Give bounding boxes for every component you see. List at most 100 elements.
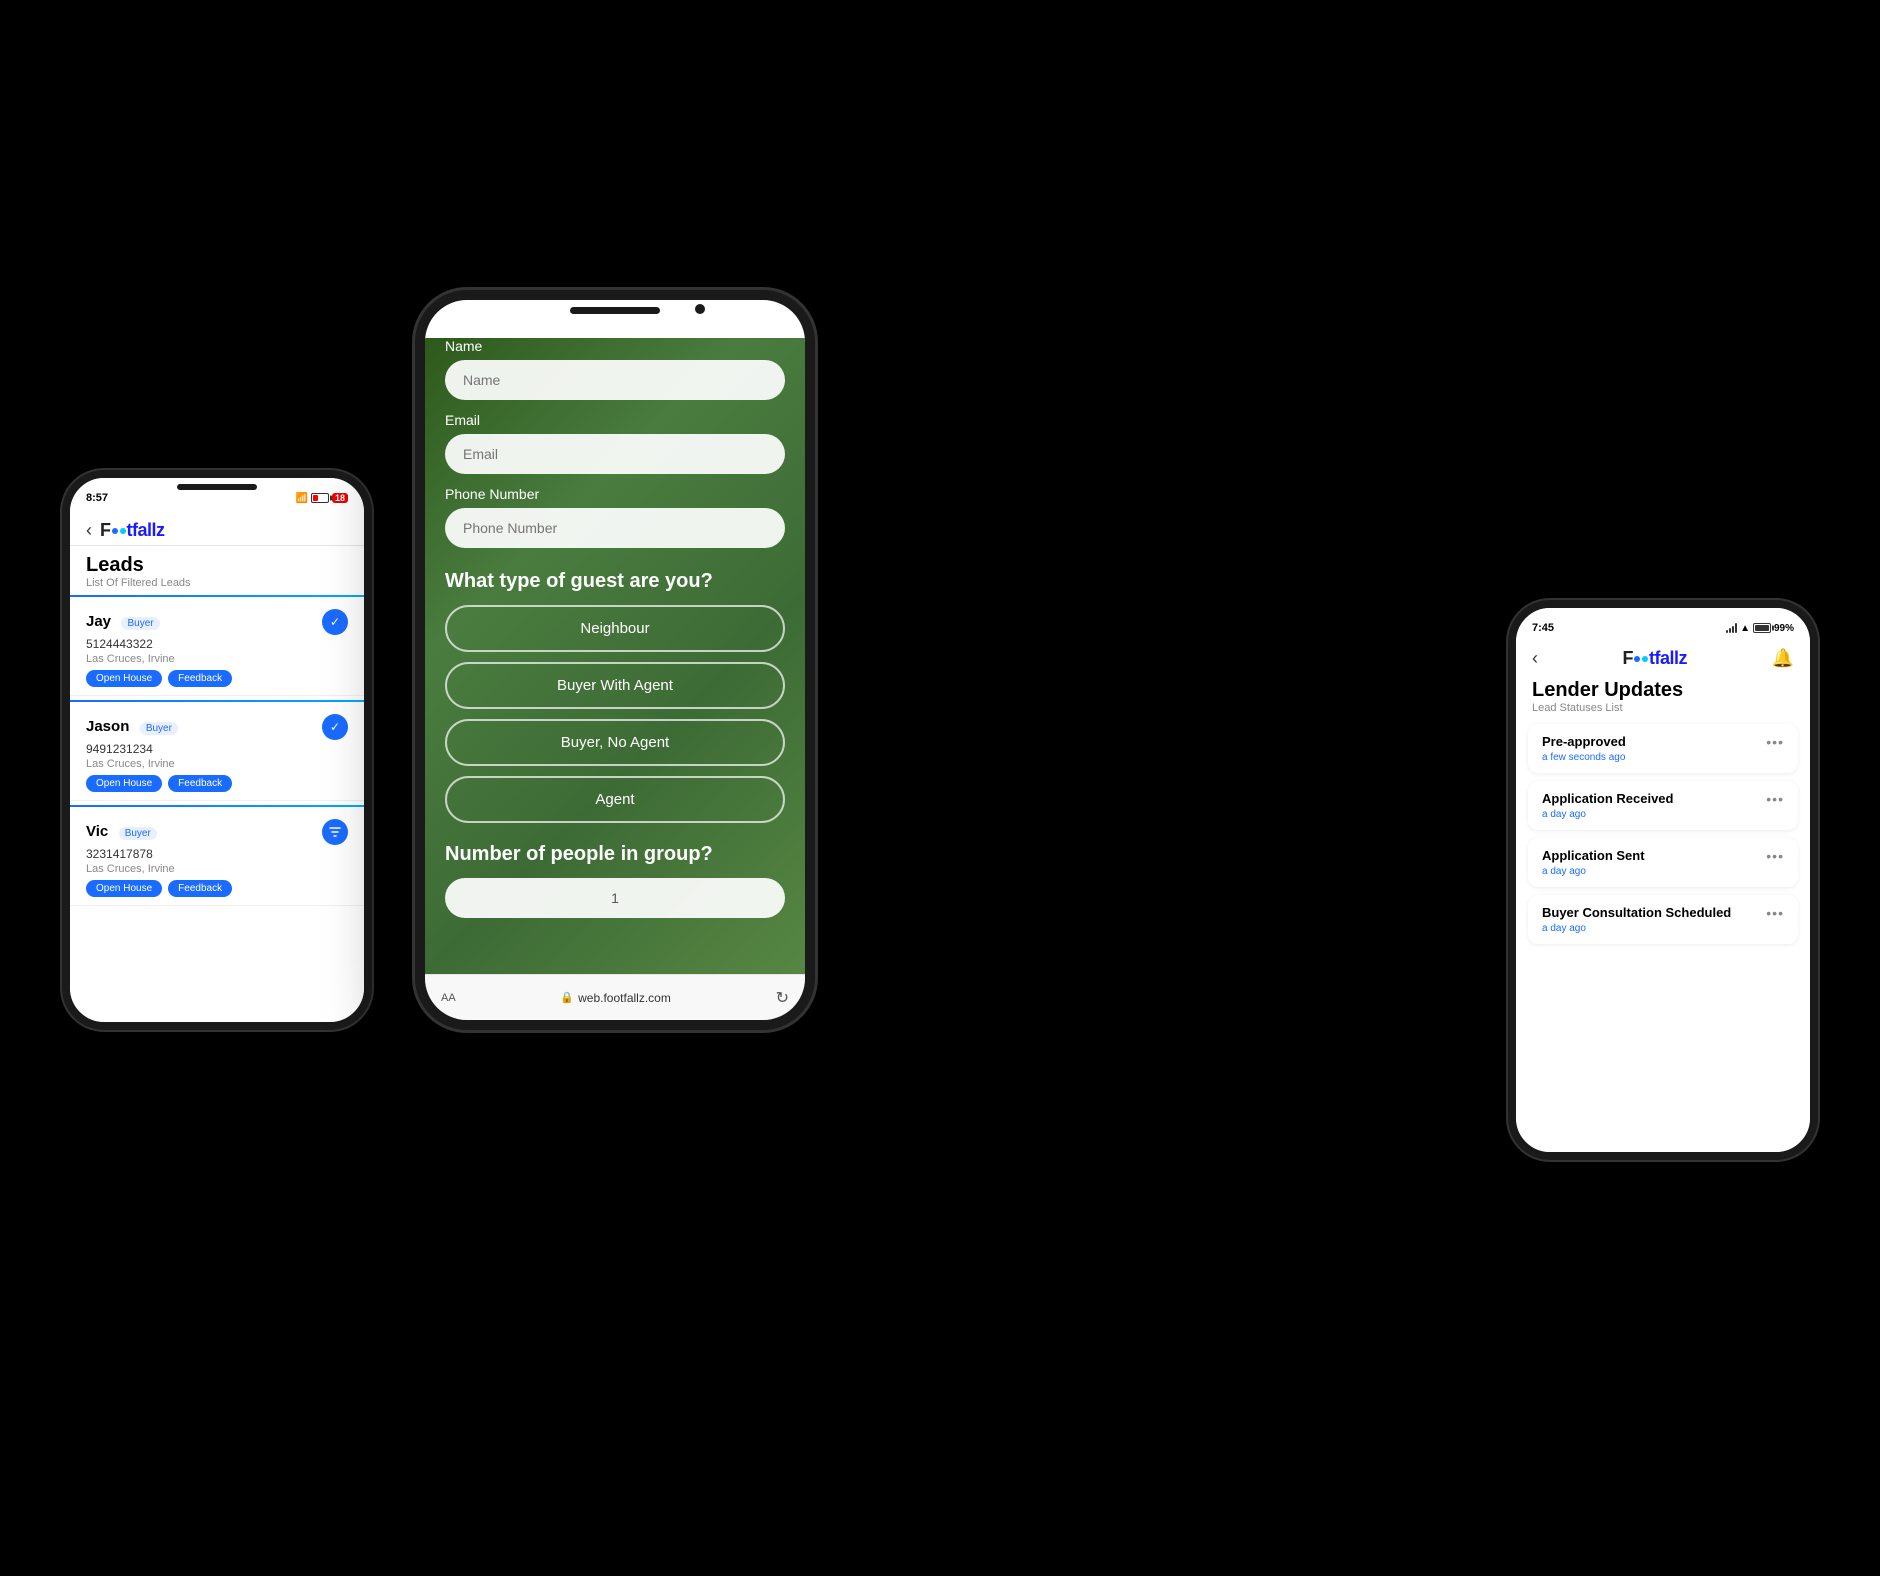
status-name: Application Sent [1542, 848, 1766, 863]
lead-tags: Open House Feedback [86, 670, 348, 687]
lead-phone: 5124443322 [86, 637, 348, 651]
battery-icon [1753, 623, 1771, 633]
status-item[interactable]: Application Sent a day ago ••• [1528, 838, 1798, 887]
left-screen: ‹ F tfallz Leads List Of Filtered Leads … [70, 512, 364, 1022]
status-name: Application Received [1542, 791, 1766, 806]
tag-feedback[interactable]: Feedback [168, 775, 232, 792]
lead-badge: Buyer [140, 722, 178, 735]
left-status-icons: 📶 18 [296, 493, 348, 504]
wifi-icon: 📶 [296, 493, 308, 504]
dots-menu[interactable]: ••• [1766, 848, 1784, 864]
right-phone: 7:45 ▲ 99% ‹ F tfallz 🔔 [1508, 600, 1818, 1160]
lead-phone: 9491231234 [86, 742, 348, 756]
left-header: ‹ F tfallz [70, 512, 364, 546]
leads-divider [70, 595, 364, 597]
bell-icon[interactable]: 🔔 [1772, 648, 1794, 669]
email-label: Email [445, 412, 785, 428]
status-item-left: Application Sent a day ago [1542, 848, 1766, 877]
center-screen: Name Email Phone Number What type of gue… [425, 338, 805, 1020]
lead-location: Las Cruces, Irvine [86, 653, 348, 665]
lead-location: Las Cruces, Irvine [86, 863, 348, 875]
center-phone: 11:38 ▲ Name Email Phone Number What typ… [415, 290, 815, 1030]
dots-menu[interactable]: ••• [1766, 734, 1784, 750]
leads-subtitle: List Of Filtered Leads [86, 577, 348, 589]
leads-heading: Leads [86, 554, 348, 577]
lead-location: Las Cruces, Irvine [86, 758, 348, 770]
lead-phone: 3231417878 [86, 847, 348, 861]
status-item[interactable]: Application Received a day ago ••• [1528, 781, 1798, 830]
back-button[interactable]: ‹ [1532, 648, 1538, 669]
status-time: a day ago [1542, 923, 1766, 934]
verified-icon: ✓ [322, 714, 348, 740]
center-status-bar: 11:38 ▲ [425, 300, 805, 338]
left-time: 8:57 [86, 492, 108, 504]
status-item-left: Application Received a day ago [1542, 791, 1766, 820]
verified-icon [322, 819, 348, 845]
url-text: web.footfallz.com [578, 991, 671, 1005]
dots-menu[interactable]: ••• [1766, 791, 1784, 807]
tag-open-house[interactable]: Open House [86, 775, 162, 792]
status-name: Buyer Consultation Scheduled [1542, 905, 1766, 920]
leads-title-section: Leads List Of Filtered Leads [70, 546, 364, 591]
leads-divider [70, 805, 364, 807]
center-status-icons: ▲ [733, 323, 785, 335]
lead-item[interactable]: Vic Buyer 3231417878 Las Cruces, Irvine … [70, 811, 364, 906]
battery-icon [311, 493, 329, 503]
battery-icon [763, 324, 785, 335]
footfallz-logo: F tfallz [1623, 648, 1688, 669]
guest-type-title: What type of guest are you? [445, 570, 785, 593]
name-label: Name [445, 338, 785, 354]
center-notch-pill [570, 307, 660, 314]
status-name: Pre-approved [1542, 734, 1766, 749]
status-time: a day ago [1542, 866, 1766, 877]
right-status-icons: ▲ 99% [1726, 623, 1794, 634]
status-item[interactable]: Pre-approved a few seconds ago ••• [1528, 724, 1798, 773]
status-item[interactable]: Buyer Consultation Scheduled a day ago •… [1528, 895, 1798, 944]
url-section[interactable]: 🔒 web.footfallz.com [560, 991, 670, 1005]
leads-divider [70, 700, 364, 702]
center-time: 11:38 [445, 322, 478, 337]
agent-button[interactable]: Agent [445, 776, 785, 823]
lead-name: Jay [86, 613, 111, 630]
tag-feedback[interactable]: Feedback [168, 670, 232, 687]
neighbour-button[interactable]: Neighbour [445, 605, 785, 652]
right-screen: ‹ F tfallz 🔔 Lender Updates Lead Statuse… [1516, 642, 1810, 1152]
notification-badge: 18 [332, 493, 348, 503]
right-status-bar: 7:45 ▲ 99% [1516, 608, 1810, 642]
form-overlay: Name Email Phone Number What type of gue… [425, 338, 805, 1020]
lead-item[interactable]: Jason Buyer ✓ 9491231234 Las Cruces, Irv… [70, 706, 364, 801]
footfallz-logo: F tfallz [100, 520, 165, 541]
status-time: a few seconds ago [1542, 752, 1766, 763]
lock-icon: 🔒 [560, 991, 574, 1004]
lead-tags: Open House Feedback [86, 775, 348, 792]
battery-percentage: 99% [1774, 623, 1794, 634]
lead-name: Vic [86, 823, 108, 840]
group-title: Number of people in group? [445, 843, 785, 866]
right-header: ‹ F tfallz 🔔 [1516, 642, 1810, 675]
lender-subtitle: Lead Statuses List [1532, 702, 1794, 714]
buyer-no-agent-button[interactable]: Buyer, No Agent [445, 719, 785, 766]
tag-open-house[interactable]: Open House [86, 670, 162, 687]
reload-icon[interactable]: ↻ [776, 988, 789, 1008]
left-phone: 8:57 📶 18 ‹ F tfallz Leads [62, 470, 372, 1030]
email-input[interactable] [445, 434, 785, 474]
aa-text[interactable]: AA [441, 992, 456, 1004]
status-time: a day ago [1542, 809, 1766, 820]
signal-bars-icon [733, 324, 744, 334]
lead-badge: Buyer [119, 827, 157, 840]
back-button[interactable]: ‹ [86, 520, 92, 541]
group-input[interactable] [445, 878, 785, 918]
tag-open-house[interactable]: Open House [86, 880, 162, 897]
lead-item[interactable]: Jay Buyer ✓ 5124443322 Las Cruces, Irvin… [70, 601, 364, 696]
lead-name: Jason [86, 718, 129, 735]
phone-input[interactable] [445, 508, 785, 548]
buyer-with-agent-button[interactable]: Buyer With Agent [445, 662, 785, 709]
phone-label: Phone Number [445, 486, 785, 502]
name-input[interactable] [445, 360, 785, 400]
wifi-icon: ▲ [748, 323, 759, 335]
status-list: Pre-approved a few seconds ago ••• Appli… [1516, 724, 1810, 944]
dots-menu[interactable]: ••• [1766, 905, 1784, 921]
status-item-left: Pre-approved a few seconds ago [1542, 734, 1766, 763]
tag-feedback[interactable]: Feedback [168, 880, 232, 897]
left-notch-pill [177, 484, 257, 490]
